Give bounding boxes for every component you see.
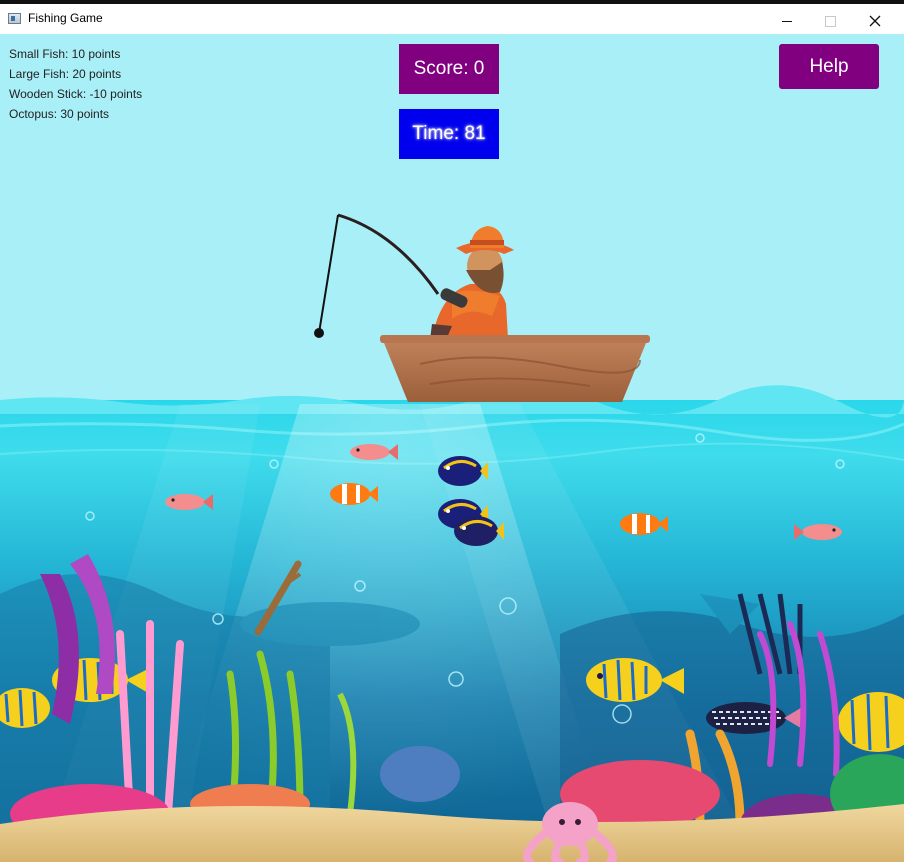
time-display: Time: 81 (399, 109, 499, 159)
game-window: Fishing Game Small Fish: 10 points Large… (0, 0, 904, 862)
fisherman-in-boat (314, 213, 650, 402)
title-bar[interactable]: Fishing Game (0, 4, 904, 34)
close-button[interactable] (852, 8, 898, 34)
score-display: Score: 0 (399, 44, 499, 94)
window-title: Fishing Game (28, 11, 103, 25)
minimize-icon (782, 20, 792, 22)
app-window-icon (8, 13, 21, 24)
minimize-button[interactable] (764, 8, 810, 34)
legend-item-small-fish: Small Fish: 10 points (9, 47, 121, 61)
maximize-icon (824, 15, 836, 27)
legend-item-wooden-stick: Wooden Stick: -10 points (9, 87, 143, 101)
fishing-hook-icon[interactable] (314, 328, 324, 338)
points-legend: Small Fish: 10 points Large Fish: 20 poi… (9, 44, 142, 124)
help-button[interactable]: Help (779, 44, 879, 89)
legend-item-large-fish: Large Fish: 20 points (9, 67, 122, 81)
close-icon (869, 15, 881, 27)
legend-item-octopus: Octopus: 30 points (9, 107, 110, 121)
maximize-button[interactable] (807, 8, 853, 34)
game-canvas[interactable]: Small Fish: 10 points Large Fish: 20 poi… (0, 34, 904, 862)
